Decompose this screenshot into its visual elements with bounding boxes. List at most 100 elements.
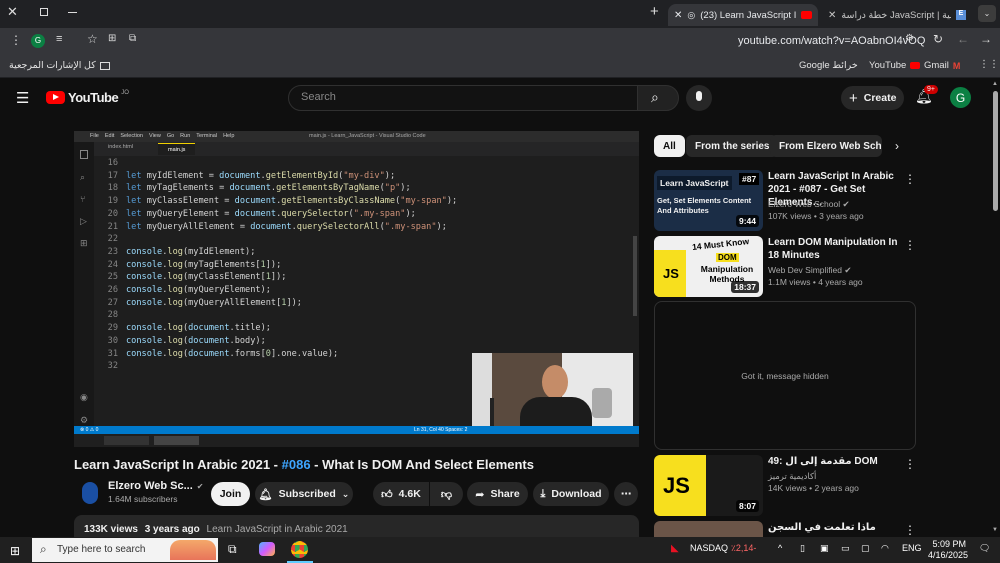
youtube-page: ☰ YouTube JO Search ⌕ + Create 🔔︎ 9+ G F… bbox=[0, 79, 1000, 545]
back-icon[interactable]: → bbox=[980, 32, 992, 46]
tab-youtube-video[interactable]: ✕ ◎ (23) Learn JavaScript In Arab bbox=[668, 4, 818, 26]
bookmark-youtube[interactable]: YouTube bbox=[869, 60, 921, 71]
notification-center-icon[interactable]: 🗨︎ bbox=[979, 543, 990, 554]
windows-start-icon[interactable]: ⊞ bbox=[10, 544, 20, 558]
scroll-up-icon[interactable]: ▲ bbox=[992, 81, 998, 87]
channel-name[interactable]: Web Dev Simplified bbox=[768, 265, 842, 275]
site-settings-icon[interactable]: ⚙ bbox=[905, 33, 914, 44]
tab-study-plan[interactable]: ✕ خطة دراسة JavaScript | أكاديمية E bbox=[822, 4, 972, 26]
copilot-icon[interactable] bbox=[259, 542, 275, 556]
join-button[interactable]: Join bbox=[211, 482, 250, 506]
thumbnail[interactable] bbox=[654, 521, 763, 537]
chip-from-channel[interactable]: From Elzero Web School bbox=[770, 135, 882, 157]
line-number: 23 bbox=[107, 246, 118, 257]
video-hashtag[interactable]: #086 bbox=[282, 457, 311, 472]
input-language[interactable]: ENG bbox=[902, 543, 922, 553]
page-scrollbar[interactable]: ▲ ▼ bbox=[991, 79, 1000, 537]
thumb-text-a: 14 Must Know bbox=[691, 236, 750, 252]
tab-search-icon[interactable]: ⌄ bbox=[978, 5, 996, 22]
restore-icon[interactable] bbox=[40, 8, 48, 16]
recommendation-item[interactable]: Learn JavaScript #87 Get, Set Elements C… bbox=[654, 170, 994, 232]
chrome-icon[interactable] bbox=[291, 541, 308, 558]
wifi-icon[interactable]: ◠ bbox=[881, 543, 889, 554]
more-actions-button[interactable]: ⋯ bbox=[614, 482, 638, 506]
more-vert-icon[interactable]: ⋮ bbox=[904, 172, 916, 186]
gear-icon: ⚙ bbox=[80, 415, 89, 425]
close-tab-icon[interactable]: ✕ bbox=[828, 10, 836, 21]
recommendation-item[interactable]: JS 14 Must Know DOM Manipulation Methods… bbox=[654, 236, 994, 298]
tray-photos-icon[interactable]: ▣ bbox=[820, 543, 829, 554]
share-button[interactable]: ➦ Share bbox=[467, 482, 528, 506]
bookmark-star-icon[interactable]: ☆ bbox=[87, 32, 98, 46]
clock[interactable]: 5:09 PM 4/16/2025 bbox=[928, 539, 968, 561]
display-icon[interactable]: ▢ bbox=[861, 543, 870, 554]
code-text: let myIdElement = document.getElementByI… bbox=[126, 170, 396, 181]
thumbnail[interactable]: Learn JavaScript #87 Get, Set Elements C… bbox=[654, 170, 763, 231]
scroll-thumb[interactable] bbox=[993, 91, 998, 211]
chevron-right-icon[interactable]: › bbox=[895, 139, 899, 153]
dislike-button[interactable]: 👎︎ bbox=[430, 482, 463, 506]
download-button[interactable]: ⤓ Download bbox=[533, 482, 609, 506]
code-text: console.log(myIdElement); bbox=[126, 246, 256, 257]
stock-ticker[interactable]: NASDAQ bbox=[690, 543, 728, 553]
new-tab-icon[interactable]: + bbox=[650, 3, 659, 20]
channel-name[interactable]: Elzero Web Sc... bbox=[108, 480, 193, 492]
like-button[interactable]: 👍︎ 4.6K bbox=[373, 482, 429, 506]
account-avatar[interactable]: G bbox=[950, 87, 971, 108]
tab-index-html: index.html bbox=[108, 144, 134, 150]
tray-app-icon[interactable]: ▯ bbox=[800, 543, 805, 554]
recommendation-title[interactable]: ماذا تعلمت في السجن bbox=[768, 521, 908, 534]
install-icon[interactable]: ⧉ bbox=[129, 33, 136, 44]
queue-icon[interactable]: ≡ bbox=[56, 33, 62, 45]
notifications-button[interactable]: 🔔︎ 9+ bbox=[915, 85, 938, 106]
url-text[interactable]: youtube.com/watch?v=AOabnOI4vOQ bbox=[738, 35, 925, 47]
subscribed-button[interactable]: 🔔︎ Subscribed ⌄ bbox=[255, 482, 353, 506]
battery-icon[interactable]: ▭ bbox=[841, 543, 850, 554]
forward-icon[interactable]: ← bbox=[957, 32, 969, 46]
channel-avatar[interactable] bbox=[80, 480, 102, 506]
recommendation-title[interactable]: 49: مقدمة إلى ال DOM bbox=[768, 455, 908, 468]
more-vert-icon[interactable]: ⋮ bbox=[904, 457, 916, 471]
channel-name[interactable]: Elzero Web School bbox=[768, 199, 840, 209]
minimize-icon[interactable] bbox=[68, 12, 77, 13]
chip-all[interactable]: All bbox=[654, 135, 685, 157]
thumbnail[interactable]: JS 8:07 bbox=[654, 455, 763, 516]
reload-icon[interactable]: ↻ bbox=[933, 32, 943, 46]
more-bookmarks-icon[interactable]: ⋮⋮ bbox=[979, 59, 999, 70]
voice-search-button[interactable] bbox=[686, 85, 712, 111]
search-input[interactable]: Search bbox=[288, 85, 638, 111]
youtube-logo[interactable]: YouTube JO bbox=[46, 90, 129, 105]
vscode-menu-item: Edit bbox=[104, 133, 115, 139]
recommendation-channel[interactable]: أكاديمية ترميز bbox=[768, 471, 816, 482]
menu-dots-icon[interactable]: ⋮ bbox=[10, 33, 22, 47]
translate-icon[interactable]: ⊞ bbox=[108, 33, 116, 44]
recommendation-item[interactable]: JS 8:07 49: مقدمة إلى ال DOM أكاديمية تر… bbox=[654, 455, 994, 517]
task-view-icon[interactable]: ⧉ bbox=[228, 542, 237, 557]
recommendation-channel[interactable]: Elzero Web School ✔ bbox=[768, 199, 850, 210]
bookmark-gmail[interactable]: Gmail M bbox=[924, 60, 960, 71]
thumbnail[interactable]: JS 14 Must Know DOM Manipulation Methods… bbox=[654, 236, 763, 297]
create-button[interactable]: + Create bbox=[841, 86, 904, 110]
bookmark-all[interactable]: كل الإشارات المرجعية bbox=[9, 60, 110, 71]
recommendation-item[interactable]: ماذا تعلمت في السجن ⋮ bbox=[654, 521, 994, 537]
tray-chevron-icon[interactable]: ^ bbox=[778, 543, 782, 553]
more-vert-icon[interactable]: ⋮ bbox=[904, 523, 916, 537]
search-button[interactable]: ⌕ bbox=[637, 85, 679, 111]
profile-avatar[interactable]: G bbox=[31, 34, 45, 48]
chip-from-series[interactable]: From the series bbox=[686, 135, 779, 157]
code-line: 25 console.log(myClassElement[1]); bbox=[94, 271, 629, 284]
bookmark-google-maps[interactable]: Google خرائط bbox=[799, 60, 858, 71]
playlist-link[interactable]: Learn JavaScript in Arabic 2021 bbox=[207, 524, 348, 535]
more-vert-icon[interactable]: ⋮ bbox=[904, 238, 916, 252]
video-player[interactable]: File Edit Selection View Go Run Terminal Help m… bbox=[74, 131, 639, 447]
channel-info[interactable]: Elzero Web Sc... ✔ 1.64M subscribers bbox=[108, 480, 203, 504]
vscode-menu-item: Help bbox=[223, 133, 235, 139]
recommendation-title[interactable]: Learn DOM Manipulation In 18 Minutes bbox=[768, 236, 908, 262]
taskbar-search-input[interactable]: ⌕ Type here to search bbox=[32, 538, 218, 562]
close-tab-icon[interactable]: ✕ bbox=[674, 10, 682, 21]
close-window-icon[interactable]: ✕ bbox=[7, 4, 18, 20]
code-text: console.log(document.body); bbox=[126, 335, 266, 346]
recommendation-channel[interactable]: Web Dev Simplified ✔ bbox=[768, 265, 852, 276]
guide-menu-icon[interactable]: ☰ bbox=[16, 89, 29, 107]
scroll-down-icon[interactable]: ▼ bbox=[992, 527, 998, 533]
